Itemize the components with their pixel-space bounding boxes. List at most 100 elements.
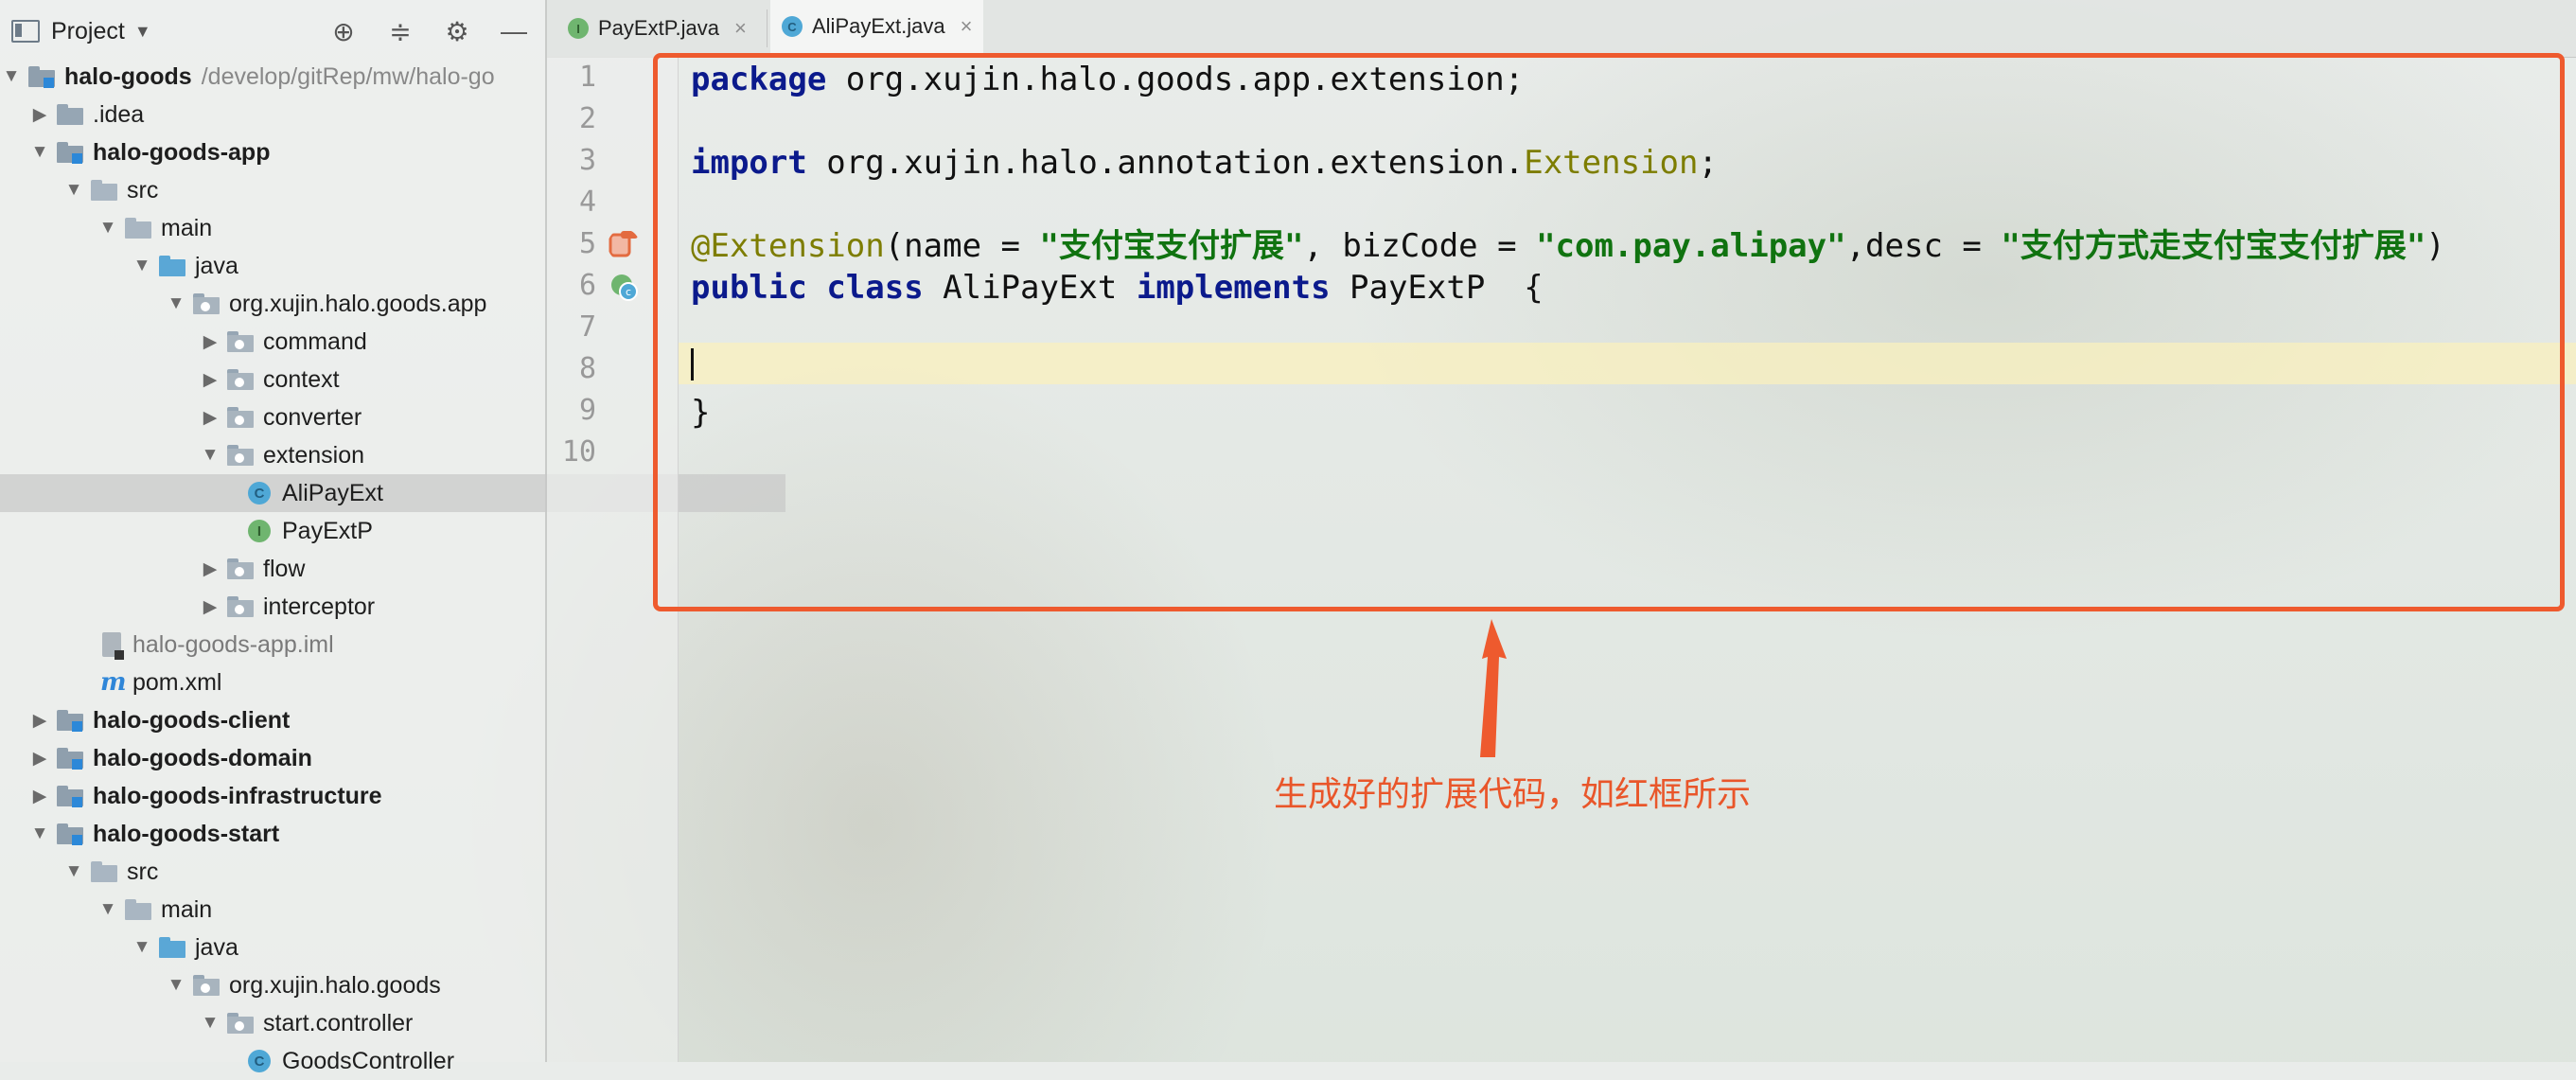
interface-icon: I [568,18,589,39]
project-panel-header[interactable]: Project ▼ ⊕ ≑ ⚙ — [0,0,545,62]
tab-divider [767,9,768,47]
chevron-down-icon[interactable]: ▼ [134,22,151,42]
collapse-all-icon[interactable]: ≑ [386,17,415,46]
editor-tab-bar: I PayExtP.java × C AliPayExt.java × [547,0,2576,58]
tree-item-label: halo-goods [64,62,192,90]
chevron-right-icon[interactable]: ▶ [28,786,51,807]
tree-item-iml-file[interactable]: halo-goods-app.iml [0,626,640,664]
tree-item-src-start[interactable]: ▼ src [0,853,608,891]
gear-icon[interactable]: ⚙ [443,17,471,46]
chevron-right-icon[interactable]: ▶ [199,369,221,391]
tab-payextp[interactable]: I PayExtP.java × [556,0,758,57]
tree-item-halo-goods-app[interactable]: ▼ halo-goods-app [0,133,573,171]
chevron-right-icon[interactable]: ▶ [199,407,221,429]
project-panel-title[interactable]: Project [51,18,125,45]
folder-icon [125,218,151,239]
tree-item-halo-goods[interactable]: ▼ halo-goods /develop/gitRep/mw/halo-go [0,58,545,96]
package-icon [193,975,220,996]
tree-item-label: command [263,328,367,355]
package-icon [227,1013,254,1034]
chevron-down-icon[interactable]: ▼ [165,975,187,996]
chevron-down-icon[interactable]: ▼ [131,256,153,276]
line-number: 3 [578,144,596,177]
chevron-right-icon[interactable]: ▶ [28,104,51,126]
project-icon [11,20,40,43]
tree-item-label: start.controller [263,1009,414,1036]
tree-item-label: halo-goods-client [93,706,291,734]
package-icon [227,445,254,466]
tree-item-label: extension [263,441,365,469]
class-icon: C [248,1050,271,1072]
line-number: 2 [578,102,596,135]
tab-alipayext[interactable]: C AliPayExt.java × [770,0,984,57]
tree-item-path: /develop/gitRep/mw/halo-go [201,62,495,90]
chevron-right-icon[interactable]: ▶ [199,331,221,353]
chevron-down-icon[interactable]: ▼ [97,899,119,920]
chevron-right-icon[interactable]: ▶ [199,558,221,580]
tree-item-src[interactable]: ▼ src [0,171,608,209]
line-number: 9 [578,394,596,427]
module-folder-icon [57,142,83,164]
line-number: 4 [578,186,596,219]
tree-item-label: java [195,252,238,279]
extension-gutter-icon[interactable] [608,229,640,261]
close-icon[interactable]: × [734,16,747,41]
tree-item-halo-goods-domain[interactable]: ▶ halo-goods-domain [0,739,573,777]
tree-item-idea[interactable]: ▶ .idea [0,96,573,133]
folder-icon [125,899,151,920]
chevron-down-icon[interactable]: ▼ [97,218,119,239]
tree-item-label: .idea [93,100,145,128]
tree-item-label: PayExtP [282,517,373,544]
source-folder-icon [159,256,185,276]
tree-item-pom[interactable]: m pom.xml [0,664,640,701]
tree-item-label: halo-goods-start [93,820,280,847]
chevron-down-icon[interactable]: ▼ [28,823,51,844]
tree-item-halo-goods-client[interactable]: ▶ halo-goods-client [0,701,573,739]
tree-item-main-start[interactable]: ▼ main [0,891,642,929]
package-icon [227,407,254,428]
chevron-down-icon[interactable]: ▼ [28,142,51,163]
minimize-icon[interactable]: — [500,16,528,45]
highlight-box [653,53,2565,611]
iml-file-icon [102,632,124,660]
folder-icon [57,104,83,125]
tree-item-main[interactable]: ▼ main [0,209,642,247]
tab-label: AliPayExt.java [812,14,945,38]
chevron-right-icon[interactable]: ▶ [199,596,221,618]
close-icon[interactable]: × [961,14,973,39]
chevron-right-icon[interactable]: ▶ [28,748,51,770]
chevron-down-icon[interactable]: ▼ [199,1013,221,1034]
tree-item-label: src [127,858,159,885]
package-icon [193,293,220,314]
tree-item-halo-goods-infrastructure[interactable]: ▶ halo-goods-infrastructure [0,777,573,815]
line-number: 1 [578,61,596,94]
line-number: 8 [578,352,596,385]
tree-item-label: pom.xml [132,668,222,696]
implements-gutter-icon[interactable]: c [608,271,640,303]
chevron-down-icon[interactable]: ▼ [131,937,153,958]
chevron-down-icon[interactable]: ▼ [199,445,221,466]
tree-item-label: GoodsController [282,1047,455,1074]
project-panel: Project ▼ ⊕ ≑ ⚙ — ▼ halo-goods /develop/… [0,0,785,1074]
line-number: 10 [561,435,596,469]
package-icon [227,558,254,579]
tree-item-label: org.xujin.halo.goods [229,971,441,999]
chevron-down-icon[interactable]: ▼ [62,861,85,882]
chevron-down-icon[interactable]: ▼ [0,66,23,87]
line-number: 5 [578,227,596,260]
module-folder-icon [57,748,83,770]
tree-item-label: org.xujin.halo.goods.app [229,290,487,317]
tree-item-halo-goods-start[interactable]: ▼ halo-goods-start [0,815,573,853]
tree-item-label: src [127,176,159,204]
chevron-down-icon[interactable]: ▼ [165,293,187,314]
panel-toolbar: ⊕ ≑ ⚙ — [329,16,528,46]
class-icon: C [248,482,271,505]
tree-item-label: flow [263,555,306,582]
tree-item-label: halo-goods-app.iml [132,630,334,658]
tab-label: PayExtP.java [598,16,720,40]
chevron-right-icon[interactable]: ▶ [28,710,51,732]
chevron-down-icon[interactable]: ▼ [62,180,85,201]
package-icon [227,369,254,390]
locate-icon[interactable]: ⊕ [329,17,358,46]
module-folder-icon [57,786,83,807]
